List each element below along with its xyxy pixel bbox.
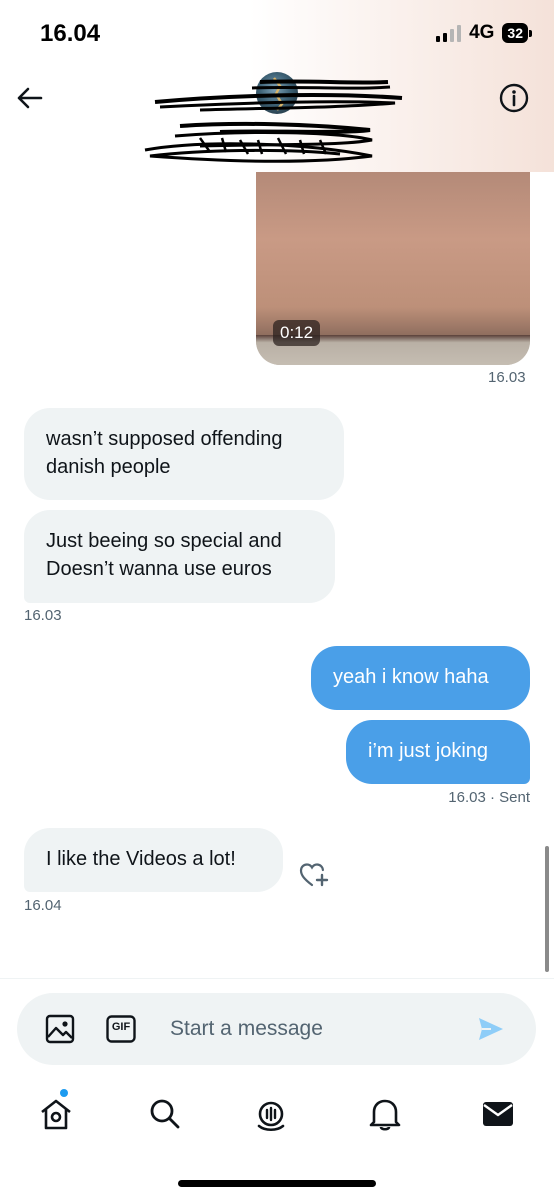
arrow-left-icon[interactable] xyxy=(14,82,46,114)
image-icon[interactable] xyxy=(45,1014,75,1044)
video-message[interactable]: 0:12 xyxy=(256,172,530,365)
message-text-line: Doesn’t wanna use euros xyxy=(46,558,272,580)
scrollbar[interactable] xyxy=(545,846,549,972)
battery-icon: 32 xyxy=(502,23,532,43)
status-bar: 16.04 4G 32 xyxy=(0,0,554,68)
incoming-message[interactable]: I like the Videos a lot! xyxy=(24,828,283,892)
message-timestamp: 16.03 xyxy=(488,369,526,386)
outgoing-message[interactable]: yeah i know haha xyxy=(311,646,530,710)
home-indicator xyxy=(178,1180,376,1187)
status-indicators: 4G 32 xyxy=(436,22,532,44)
video-duration: 0:12 xyxy=(273,320,321,346)
message-text: I like the Videos a lot! xyxy=(46,848,236,870)
outgoing-message[interactable]: i’m just joking xyxy=(346,720,530,784)
new-content-dot xyxy=(60,1089,68,1097)
message-composer: GIF xyxy=(17,993,536,1065)
info-icon[interactable] xyxy=(498,82,530,114)
message-text: i’m just joking xyxy=(368,740,489,762)
network-type: 4G xyxy=(469,22,495,43)
spaces-icon[interactable] xyxy=(251,1094,291,1134)
notifications-icon[interactable] xyxy=(365,1094,405,1134)
message-text-line: danish people xyxy=(46,456,171,478)
signal-icon xyxy=(436,24,462,42)
message-timestamp: 16.04 xyxy=(24,897,62,914)
message-text: yeah i know haha xyxy=(333,666,489,688)
message-input[interactable] xyxy=(170,1013,450,1045)
gif-button[interactable]: GIF xyxy=(106,1015,136,1043)
message-status: 16.03 · Sent xyxy=(448,789,530,806)
redaction-scribble xyxy=(144,79,403,163)
message-text-line: Just beeing so special and xyxy=(46,530,282,552)
send-icon[interactable] xyxy=(476,1015,506,1043)
battery-level: 32 xyxy=(502,23,528,43)
message-text-line: wasn’t supposed offending xyxy=(46,428,283,450)
composer-divider xyxy=(0,978,554,979)
search-icon[interactable] xyxy=(145,1094,185,1134)
add-reaction-heart-icon[interactable] xyxy=(298,860,330,890)
gif-label: GIF xyxy=(111,1021,131,1033)
home-icon[interactable] xyxy=(36,1094,76,1134)
status-time: 16.04 xyxy=(40,20,101,47)
incoming-message[interactable]: wasn’t supposed offending danish people xyxy=(24,408,344,500)
message-timestamp: 16.03 xyxy=(24,607,62,624)
incoming-message[interactable]: Just beeing so special and Doesn’t wanna… xyxy=(24,510,335,603)
messages-icon[interactable] xyxy=(478,1094,518,1134)
